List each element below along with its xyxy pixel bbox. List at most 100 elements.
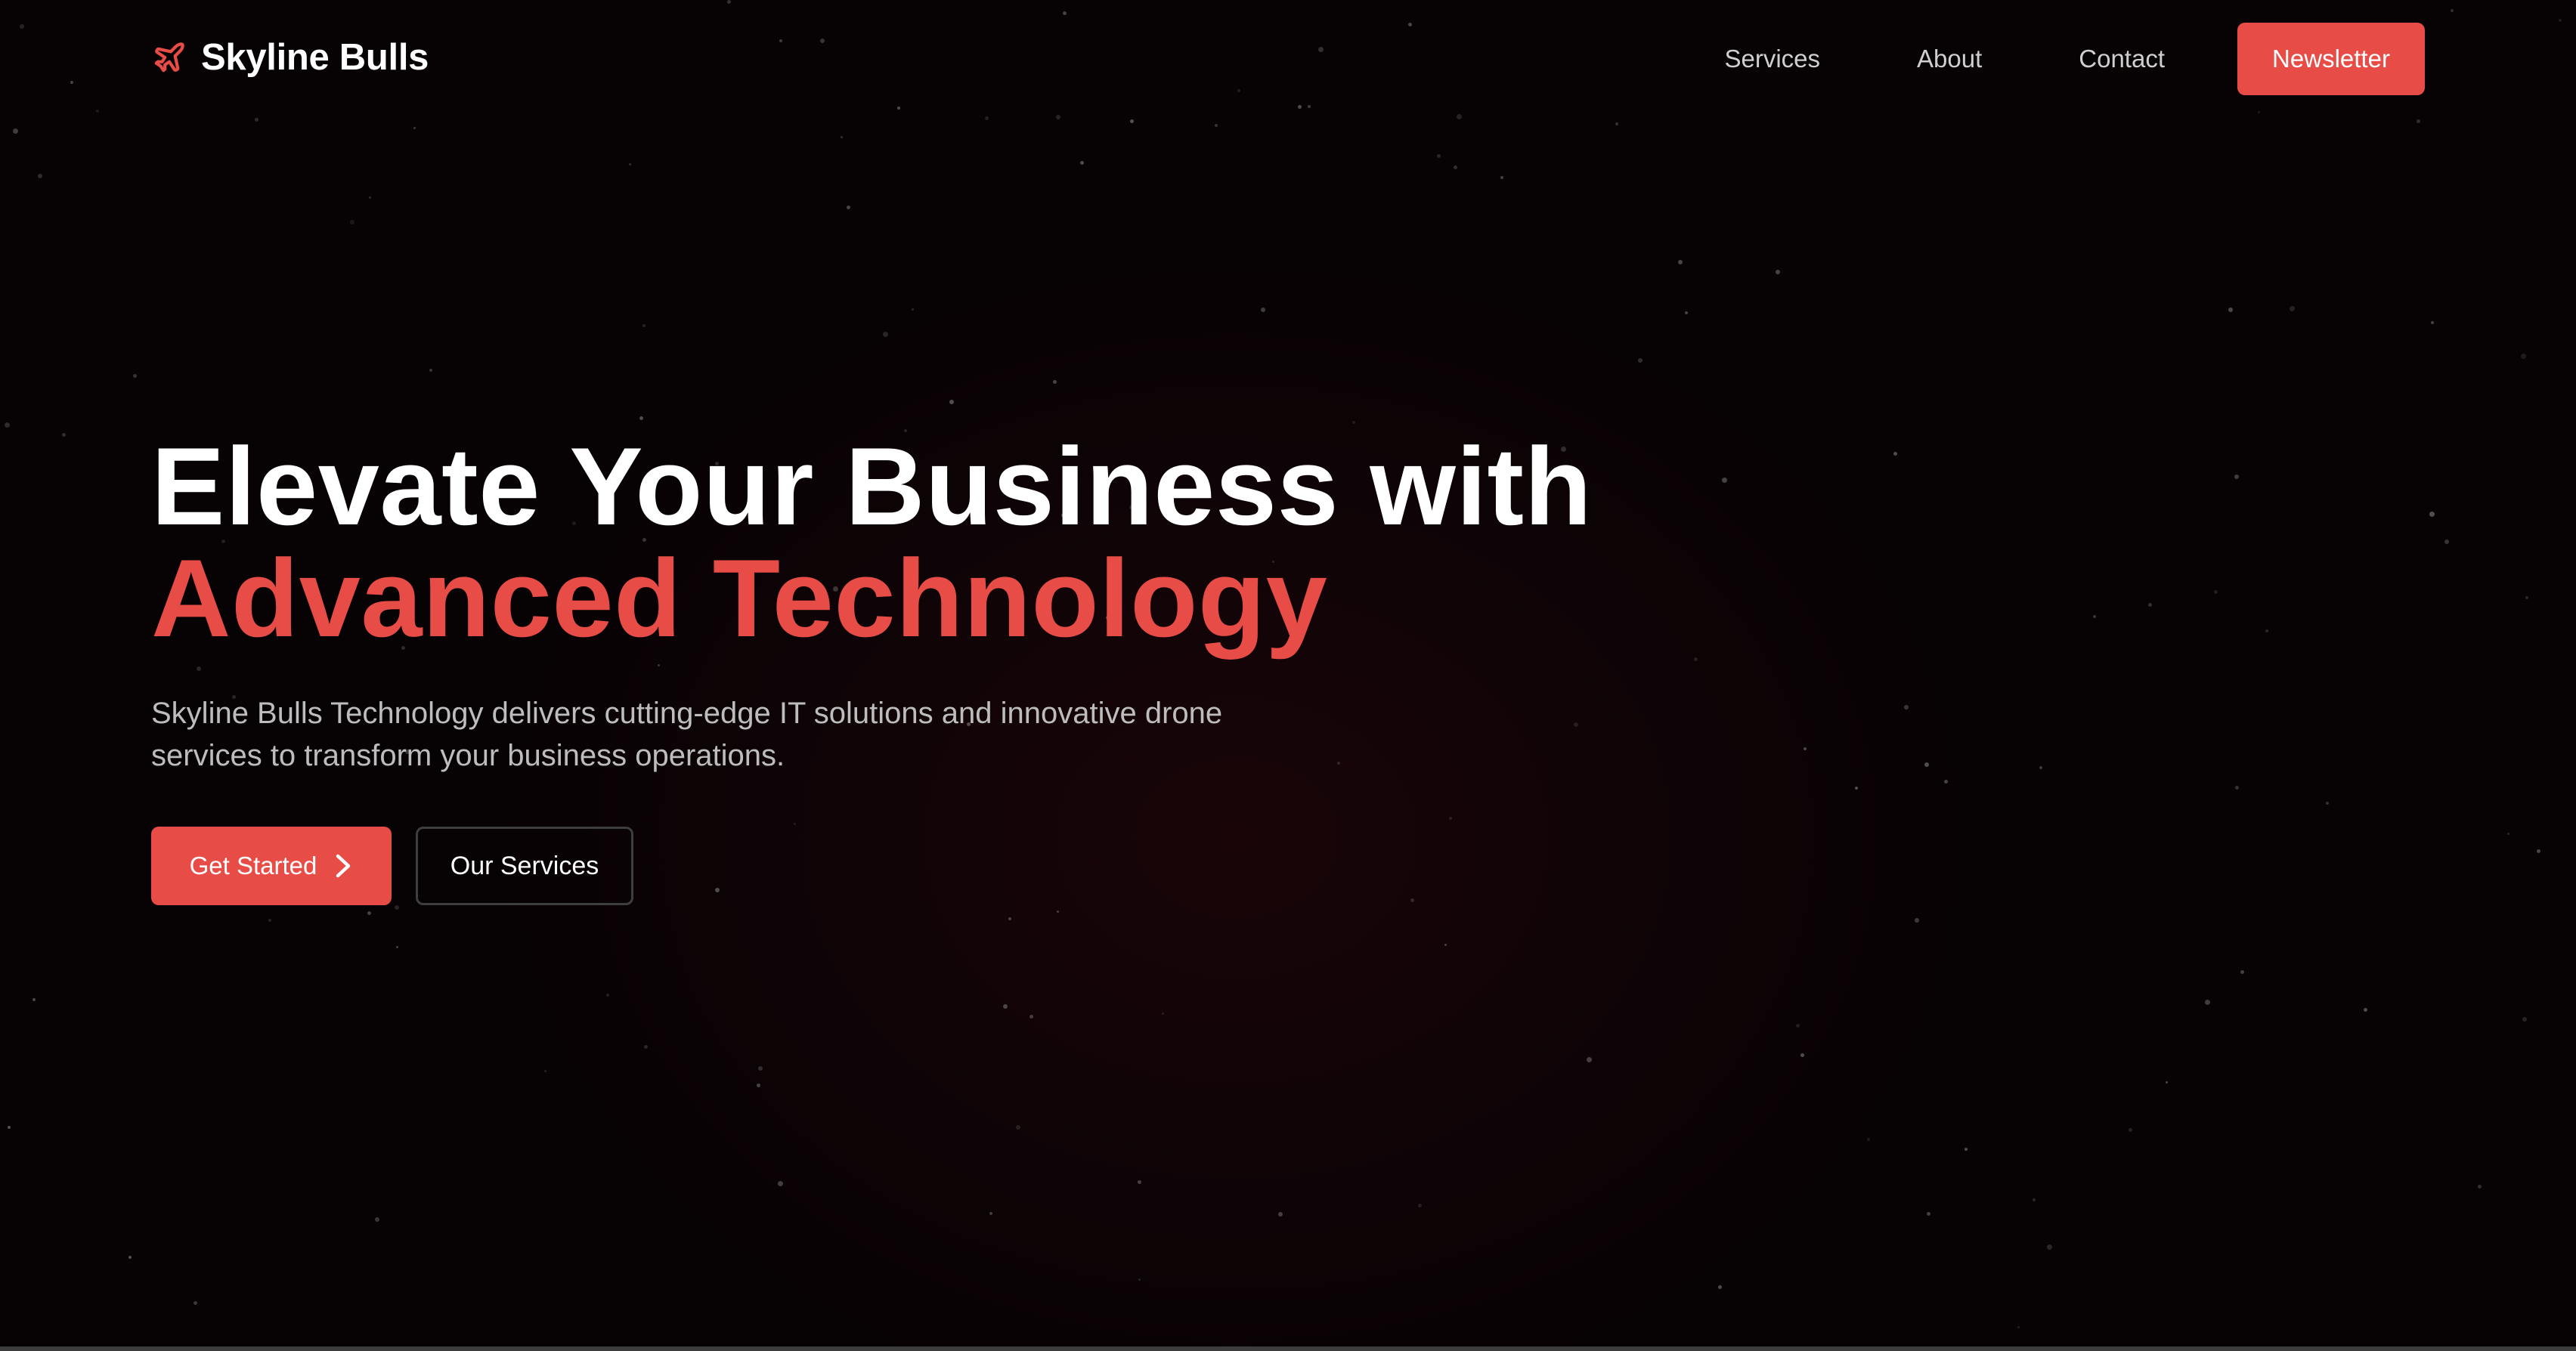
star-dot [2451,9,2454,12]
star-dot [1500,176,1503,179]
bottom-divider [0,1346,2576,1351]
star-dot [1308,105,1311,108]
hero-subtitle: Skyline Bulls Technology delivers cuttin… [151,697,1223,772]
our-services-button[interactable]: Our Services [416,827,633,905]
star-dot [2521,354,2526,359]
star-dot [1855,787,1858,790]
star-dot [779,39,782,42]
star-dot [8,1126,11,1129]
star-dot [13,128,18,134]
star-dot [70,81,73,84]
nav-link-services[interactable]: Services [1724,45,1820,73]
star-dot [1944,780,1948,784]
star-dot [1215,124,1218,127]
hero-section: Elevate Your Business with Advanced Tech… [151,431,1738,905]
star-dot [1685,311,1688,314]
star-dot [1237,89,1240,92]
star-dot [2148,603,2152,607]
hero-headline: Elevate Your Business with Advanced Tech… [151,431,1738,654]
hero-title-line2-highlight: Advanced Technology [151,536,1328,660]
star-dot [1080,161,1084,165]
nav-link-contact[interactable]: Contact [2079,45,2165,73]
star-dot [1638,358,1643,363]
plane-icon [151,39,187,76]
brand-name: Skyline Bulls [201,37,429,78]
star-dot [38,174,42,178]
star-dot [1130,119,1134,123]
star-dot [1615,122,1618,125]
star-dot [1800,1053,1804,1057]
star-dot [2507,833,2509,835]
star-dot [369,196,371,199]
star-dot [96,110,99,113]
star-dot [194,1301,197,1305]
star-dot [1718,1285,1722,1289]
star-dot [2235,786,2239,790]
star-dot [2429,512,2435,517]
star-dot [1016,1125,1020,1130]
star-dot [912,308,914,311]
star-dot [1318,47,1324,52]
star-dot [1444,944,1447,946]
star-dot [1008,917,1011,920]
star-dot [350,220,355,224]
star-dot [2240,970,2244,974]
star-dot [396,946,398,948]
star-dot [1678,260,1683,264]
star-dot [367,911,371,915]
star-dot [1261,308,1265,312]
star-dot [429,369,432,372]
star-dot [2228,308,2233,312]
star-dot [395,905,399,910]
star-dot [2234,475,2239,479]
star-dot [1298,105,1302,109]
get-started-button[interactable]: Get Started [151,827,392,905]
star-dot [727,0,731,4]
star-dot [2290,306,2295,311]
star-dot [1796,1024,1800,1028]
star-dot [2525,596,2528,599]
star-dot [2166,1081,2168,1084]
star-dot [1138,1278,1141,1281]
star-dot [1408,23,1412,26]
star-dot [757,1084,760,1087]
star-dot [2205,1000,2210,1005]
star-dot [20,24,24,29]
nav-link-about[interactable]: About [1917,45,1982,73]
star-dot [883,332,888,337]
star-dot [1352,421,1355,424]
star-dot [2047,1244,2052,1250]
star-dot [1454,165,1457,169]
brand-logo[interactable]: Skyline Bulls [151,35,429,80]
star-dot [62,433,66,437]
star-dot [985,116,989,120]
star-dot [413,127,416,129]
star-dot [1437,154,1441,158]
star-dot [2129,1128,2132,1132]
star-dot [2326,802,2329,805]
star-dot [1927,1212,1930,1216]
star-dot [5,422,10,428]
star-dot [2431,321,2434,324]
star-dot [949,400,954,404]
star-dot [1029,1015,1033,1019]
landing-page: Skyline Bulls Services About Contact New… [0,0,2576,1351]
star-dot [268,919,271,922]
star-dot [2522,1017,2527,1022]
star-dot [544,1070,546,1072]
star-dot [2537,849,2540,853]
star-dot [606,994,609,997]
star-dot [2444,539,2449,544]
newsletter-button[interactable]: Newsletter [2237,23,2425,95]
star-dot [1278,1212,1283,1217]
star-dot [639,416,643,420]
star-dot [1587,1057,1592,1062]
star-dot [2033,1198,2036,1201]
get-started-label: Get Started [189,852,317,880]
star-dot [2258,111,2260,113]
star-dot [1003,1004,1008,1009]
star-dot [1457,114,1462,119]
star-dot [1893,452,1897,456]
star-dot [375,1217,379,1222]
star-dot [841,136,843,138]
